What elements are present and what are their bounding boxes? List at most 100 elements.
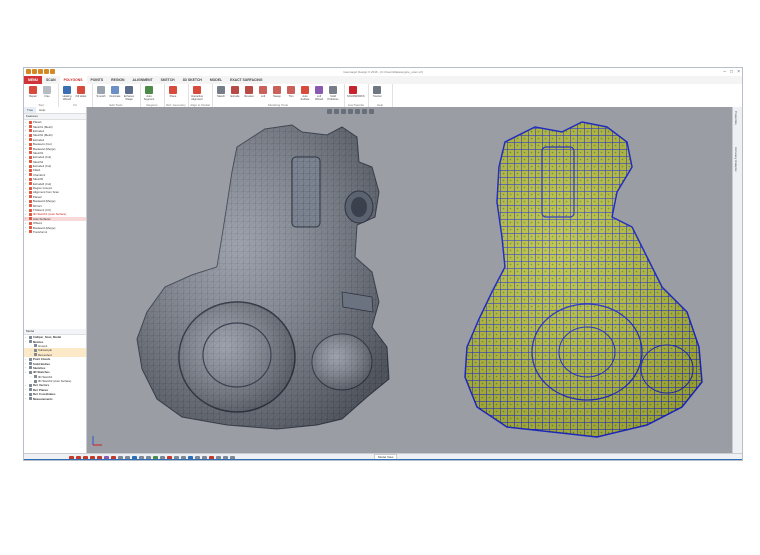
expand-icon[interactable]: + <box>24 230 27 233</box>
expand-icon[interactable]: + <box>24 191 27 194</box>
collapse-icon[interactable]: − <box>24 340 27 343</box>
collapse-icon[interactable]: − <box>24 358 27 361</box>
close-icon[interactable]: × <box>737 68 740 76</box>
model-tree-label: Sketches <box>33 365 46 370</box>
sweep-button[interactable]: Sweep <box>271 86 283 102</box>
expand-icon[interactable]: + <box>24 226 27 229</box>
revolve-button[interactable]: Revolve <box>243 86 255 102</box>
expand-icon[interactable]: + <box>24 222 27 225</box>
solidworks-button[interactable]: SOLIDWORKS <box>347 86 365 102</box>
properties-tab[interactable]: Properties <box>734 111 738 125</box>
folder-icon <box>28 366 32 370</box>
ribbon-tab-polygons[interactable]: POLYGONS <box>59 76 87 84</box>
collapse-icon[interactable]: − <box>24 384 27 387</box>
ribbon: Repair Free Tool Healing Wizard Fill Holes Fi… <box>24 84 742 108</box>
collapse-icon[interactable]: − <box>24 397 27 400</box>
feature-tree-item[interactable]: + Transform1 <box>24 230 86 234</box>
expand-icon[interactable]: + <box>24 169 27 172</box>
ribbon-button-label: Free <box>44 95 50 98</box>
expand-icon[interactable]: + <box>24 182 27 185</box>
sketch-button[interactable]: Sketch <box>215 86 227 102</box>
expand-icon[interactable]: + <box>24 178 27 181</box>
smooth-button[interactable]: Smooth <box>95 86 107 102</box>
loft-wizard-button[interactable]: Loft Wizard <box>313 86 325 102</box>
minimize-icon[interactable]: – <box>723 68 726 76</box>
ribbon-tab-exact-surfacing[interactable]: EXACT SURFACING <box>226 76 266 84</box>
feature-icon <box>28 190 32 194</box>
extrude-button[interactable]: Extrude <box>229 86 241 102</box>
ribbon-tab-points[interactable]: POINTS <box>87 76 108 84</box>
trim-button[interactable]: Trim <box>285 86 297 102</box>
expand-icon[interactable]: + <box>24 204 27 207</box>
ribbon-button-label: Revolve <box>244 95 254 98</box>
auto-segment-button[interactable]: Auto Segment <box>143 86 155 102</box>
expand-icon[interactable]: + <box>24 129 27 132</box>
expand-icon[interactable]: + <box>24 156 27 159</box>
ribbon-tab-3d-sketch[interactable]: 3D SKETCH <box>179 76 206 84</box>
collapse-icon[interactable]: − <box>29 344 32 347</box>
collapse-icon[interactable]: − <box>24 362 27 365</box>
ribbon-tab-scan[interactable]: SCAN <box>42 76 60 84</box>
collapse-icon[interactable]: − <box>29 380 32 383</box>
expand-icon[interactable]: + <box>24 160 27 163</box>
ribbon-button-label: Solid Problems <box>327 95 339 101</box>
maximize-icon[interactable]: □ <box>730 68 733 76</box>
expand-icon[interactable]: + <box>24 209 27 212</box>
tutorial-button[interactable]: Tutorial <box>371 86 383 102</box>
feature-icon <box>28 195 32 199</box>
ribbon-button-label: Healing Wizard <box>62 95 72 101</box>
expand-icon[interactable]: + <box>24 165 27 168</box>
expand-icon[interactable]: + <box>24 151 27 154</box>
collapse-icon[interactable]: − <box>24 336 27 339</box>
ribbon-tab-model[interactable]: MODEL <box>206 76 226 84</box>
ribbon-tab-sketch[interactable]: SKETCH <box>157 76 179 84</box>
expand-icon[interactable]: + <box>24 173 27 176</box>
ribbon-tab-menu[interactable]: MENU <box>24 76 42 84</box>
expand-icon[interactable]: + <box>24 147 27 150</box>
healing-wizard-button[interactable]: Healing Wizard <box>61 86 73 102</box>
engine-mesh-model[interactable] <box>136 124 390 430</box>
plane-button[interactable]: Plane <box>167 86 179 102</box>
collapse-icon[interactable]: − <box>29 353 32 356</box>
repair-button[interactable]: Repair <box>27 86 39 102</box>
collapse-icon[interactable]: − <box>24 388 27 391</box>
expand-icon[interactable]: + <box>24 134 27 137</box>
expand-icon[interactable]: + <box>24 121 27 124</box>
expand-icon[interactable]: + <box>24 200 27 203</box>
collapse-icon[interactable]: − <box>24 393 27 396</box>
feature-tree-label: Boolean3 (Merge) <box>33 199 56 204</box>
expand-icon[interactable]: + <box>24 187 27 190</box>
expand-icon[interactable]: + <box>24 217 27 220</box>
engine-auto-surface-model[interactable] <box>464 121 703 438</box>
expand-icon[interactable]: + <box>24 213 27 216</box>
feature-tree-label: Sketch4 <box>33 159 44 164</box>
enhance-shape-button[interactable]: Enhance Shape <box>123 86 135 102</box>
collapse-icon[interactable]: − <box>29 375 32 378</box>
collapse-icon[interactable]: − <box>24 371 27 374</box>
free-button[interactable]: Free <box>41 86 53 102</box>
collapse-icon[interactable]: − <box>24 366 27 369</box>
expand-icon[interactable]: + <box>24 125 27 128</box>
tab-tree[interactable]: Tree <box>24 107 37 113</box>
ribbon-button-label: Plane <box>169 95 177 98</box>
decimate-button[interactable]: Decimate <box>109 86 121 102</box>
feature-tree-label: Alignment from Scan <box>33 190 59 195</box>
loft-button[interactable]: Loft <box>257 86 269 102</box>
fill-holes-button[interactable]: Fill Holes <box>75 86 87 102</box>
interactive-alignment-button[interactable]: Interactive Alignment <box>191 86 203 102</box>
model-tree-item[interactable]: − Measurements <box>24 396 86 401</box>
auto-surface-button[interactable]: Auto Surface <box>299 86 311 102</box>
ribbon-tab-region[interactable]: REGION <box>107 76 128 84</box>
folder-icon <box>28 357 32 361</box>
accuracy-analyzer-tab[interactable]: Accuracy Analyzer <box>734 147 738 172</box>
expand-icon[interactable]: + <box>24 138 27 141</box>
expand-icon[interactable]: + <box>24 195 27 198</box>
tab-help[interactable]: Help <box>36 107 48 113</box>
solid-problems-button[interactable]: Solid Problems <box>327 86 339 102</box>
ribbon-tab-alignment[interactable]: ALIGNMENT <box>129 76 157 84</box>
expand-icon[interactable]: + <box>24 143 27 146</box>
ribbon-button-label: Repair <box>29 95 37 98</box>
collapse-icon[interactable]: − <box>29 349 32 352</box>
feature-tree-label: Sketch1 (Mesh) <box>33 124 53 129</box>
3d-viewport[interactable] <box>87 107 735 453</box>
